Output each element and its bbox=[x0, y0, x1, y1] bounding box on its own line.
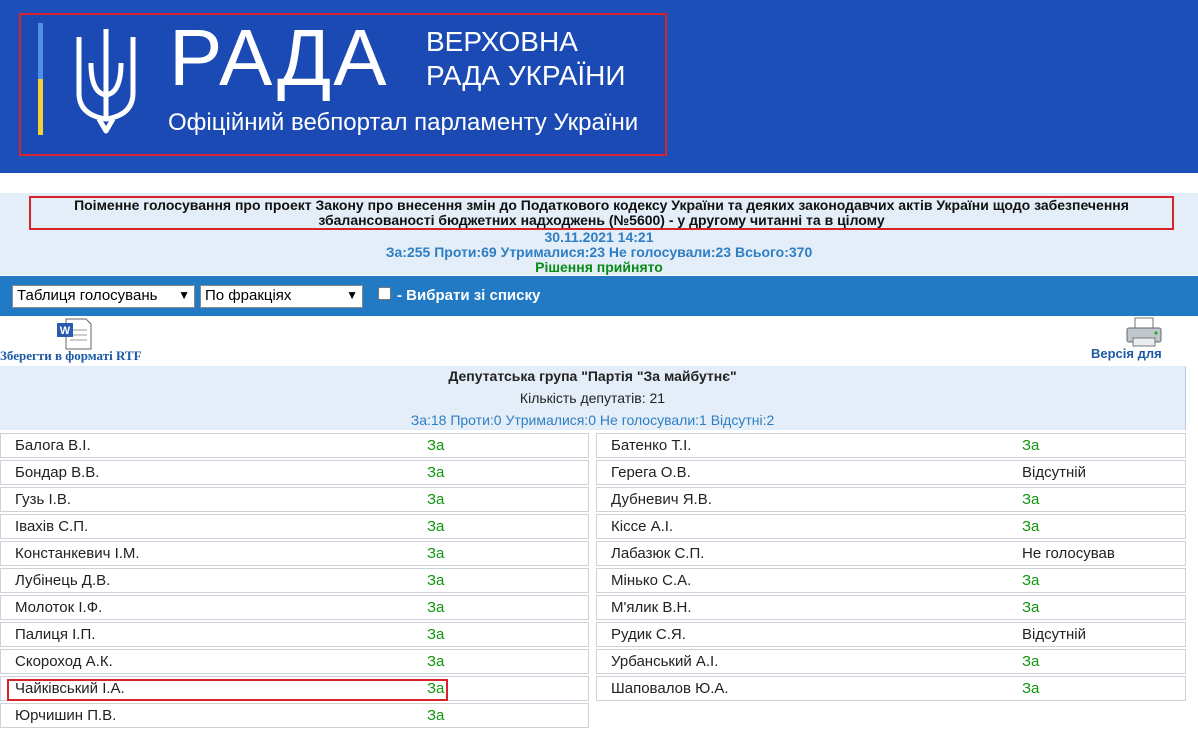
site-logo[interactable]: РАДА ВЕРХОВНА РАДА УКРАЇНИ Офіційний веб… bbox=[19, 13, 667, 156]
deputy-row: Балога В.І. За bbox=[0, 433, 589, 458]
faction-stats: За:18 Проти:0 Утрималися:0 Не голосували… bbox=[410, 412, 775, 428]
deputy-row: Лабазюк С.П. Не голосував bbox=[596, 541, 1186, 566]
deputy-row: Юрчишин П.В. За bbox=[0, 703, 589, 728]
faction-name: Депутатська група "Партія "За майбутнє" bbox=[448, 368, 737, 384]
chevron-down-icon: ▼ bbox=[346, 288, 358, 302]
svg-text:W: W bbox=[60, 325, 71, 337]
save-rtf-link[interactable]: Зберегти в форматі RTF bbox=[0, 348, 142, 364]
deputy-row: Батенко Т.І. За bbox=[596, 433, 1186, 458]
deputy-row: Лубінець Д.В. За bbox=[0, 568, 589, 593]
deputy-row: Івахів С.П. За bbox=[0, 514, 589, 539]
choose-from-list-label[interactable]: - Вибрати зі списку bbox=[397, 287, 540, 304]
deputy-row: Молоток І.Ф. За bbox=[0, 595, 589, 620]
deputy-row: Герега О.В. Відсутній bbox=[596, 460, 1186, 485]
deputy-row: Гузь І.В. За bbox=[0, 487, 589, 512]
view-select[interactable]: Таблиця голосувань ▼ bbox=[12, 285, 195, 308]
deputy-row: Дубневич Я.В. За bbox=[596, 487, 1186, 512]
portal-tagline: Офіційний вебпортал парламенту України bbox=[168, 109, 639, 136]
deputy-row: Бондар В.В. За bbox=[0, 460, 589, 485]
vote-title: Поіменне голосування про проект Закону п… bbox=[29, 196, 1174, 230]
deputy-row: Урбанський А.І. За bbox=[596, 649, 1186, 674]
deputy-row: Скороход А.К. За bbox=[0, 649, 589, 674]
group-select[interactable]: По фракціях ▼ bbox=[200, 285, 363, 308]
site-header: РАДА ВЕРХОВНА РАДА УКРАЇНИ Офіційний веб… bbox=[0, 0, 1198, 173]
deputy-row: Рудик С.Я. Відсутній bbox=[596, 622, 1186, 647]
filter-toolbar: Таблиця голосувань ▼ По фракціях ▼ - Вибра… bbox=[0, 276, 1198, 316]
deputy-row: Палиця І.П. За bbox=[0, 622, 589, 647]
vote-date: 30.11.2021 14:21 bbox=[544, 229, 654, 245]
vote-totals: За:255 Проти:69 Утрималися:23 Не голосув… bbox=[385, 244, 813, 260]
choose-from-list-checkbox[interactable] bbox=[378, 287, 391, 300]
logo-subtitle: ВЕРХОВНА РАДА УКРАЇНИ bbox=[426, 26, 626, 91]
faction-header: Депутатська група "Партія "За майбутнє" … bbox=[0, 366, 1186, 430]
deputy-row: Констанкевич І.М. За bbox=[0, 541, 589, 566]
chevron-down-icon: ▼ bbox=[178, 288, 190, 302]
vote-summary: Поіменне голосування про проект Закону п… bbox=[0, 193, 1198, 275]
word-document-icon[interactable]: W bbox=[56, 318, 92, 350]
deputy-row: Мінько С.А. За bbox=[596, 568, 1186, 593]
highlight-box bbox=[7, 679, 448, 701]
deputy-row: М'ялик В.Н. За bbox=[596, 595, 1186, 620]
logo-word: РАДА bbox=[169, 13, 389, 102]
deputy-row: Шаповалов Ю.А. За bbox=[596, 676, 1186, 701]
vote-result: Рішення прийнято bbox=[535, 259, 663, 275]
printer-icon[interactable] bbox=[1123, 316, 1165, 348]
faction-member-count: Кількість депутатів: 21 bbox=[519, 390, 666, 406]
trident-icon bbox=[76, 29, 136, 134]
deputy-row: Кіссе А.І. За bbox=[596, 514, 1186, 539]
flag-stripe bbox=[38, 23, 43, 135]
